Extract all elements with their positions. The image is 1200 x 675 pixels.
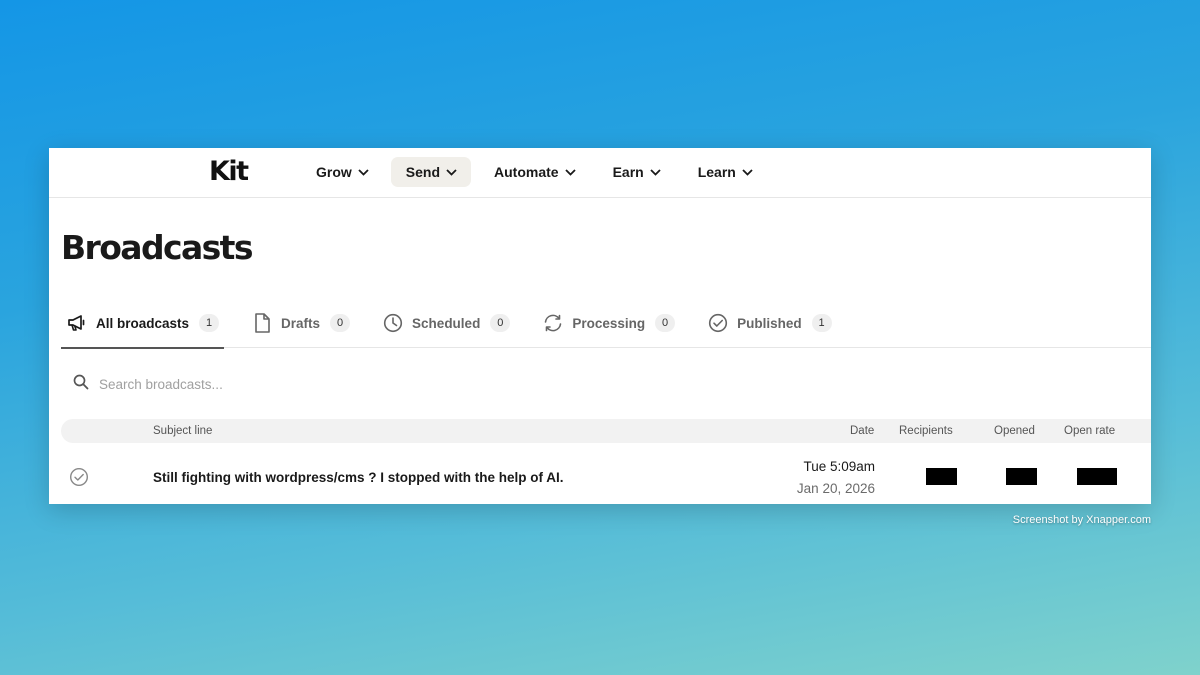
top-navigation: Kit Grow Send Automate Earn Learn: [49, 148, 1151, 198]
redacted-opened: [1006, 468, 1037, 485]
count-badge: 0: [655, 314, 676, 332]
nav-item-label: Automate: [494, 164, 559, 180]
count-badge: 0: [330, 314, 351, 332]
page-title: Broadcasts: [61, 228, 253, 267]
check-circle-icon: [707, 312, 729, 334]
nav-item-label: Grow: [316, 164, 352, 180]
tab-label: Drafts: [281, 315, 321, 331]
nav-item-send[interactable]: Send: [390, 157, 472, 187]
watermark-text: Screenshot by Xnapper.com: [1012, 514, 1151, 526]
search-input[interactable]: [99, 376, 439, 392]
nav-item-learn[interactable]: Learn: [683, 157, 767, 187]
chevron-down-icon: [564, 168, 576, 176]
broadcast-date: Jan 20, 2026: [796, 481, 875, 496]
nav-item-label: Send: [405, 164, 441, 180]
chevron-down-icon: [446, 168, 457, 176]
broadcast-tabs: All broadcasts 1 Drafts 0 Scheduled 0 Pr…: [61, 298, 1151, 349]
nav-item-label: Learn: [697, 164, 736, 180]
refresh-icon: [542, 312, 564, 334]
redacted-recipients: [926, 468, 957, 485]
chevron-down-icon: [742, 168, 753, 176]
table-header: Subject line Date Recipients Opened Open…: [61, 419, 1151, 443]
tab-processing[interactable]: Processing 0: [537, 298, 680, 348]
column-date[interactable]: Date: [850, 425, 874, 437]
search-icon: [73, 374, 89, 395]
clock-icon: [382, 312, 404, 334]
count-badge: 1: [811, 314, 832, 332]
tab-label: All broadcasts: [96, 315, 190, 331]
count-badge: 0: [490, 314, 511, 332]
nav-item-grow[interactable]: Grow: [301, 157, 383, 187]
nav-menu: Grow Send Automate Earn Learn: [301, 157, 775, 187]
tab-label: Published: [737, 315, 802, 331]
tab-all-broadcasts[interactable]: All broadcasts 1: [61, 298, 225, 349]
broadcast-time: Tue 5:09am: [803, 459, 875, 474]
chevron-down-icon: [358, 168, 369, 176]
kit-logo[interactable]: Kit: [209, 158, 249, 185]
nav-item-label: Earn: [612, 164, 644, 180]
nav-item-earn[interactable]: Earn: [598, 157, 675, 187]
column-open-rate[interactable]: Open rate: [1064, 425, 1115, 437]
table-row[interactable]: Still fighting with wordpress/cms ? I st…: [61, 448, 1151, 504]
check-circle-icon: [69, 467, 89, 492]
count-badge: 1: [199, 314, 220, 332]
column-recipients[interactable]: Recipients: [899, 425, 953, 437]
broadcast-subject-link[interactable]: Still fighting with wordpress/cms ? I st…: [153, 470, 564, 485]
tab-label: Scheduled: [412, 315, 481, 331]
document-icon: [251, 312, 273, 334]
chevron-down-icon: [650, 168, 661, 176]
search-bar: [73, 373, 473, 395]
redacted-open-rate: [1077, 468, 1117, 485]
column-subject-line[interactable]: Subject line: [153, 425, 212, 437]
nav-item-automate[interactable]: Automate: [479, 157, 590, 187]
tab-published[interactable]: Published 1: [702, 298, 837, 348]
tab-label: Processing: [572, 315, 646, 331]
tab-drafts[interactable]: Drafts 0: [246, 298, 355, 348]
megaphone-icon: [66, 312, 88, 334]
column-opened[interactable]: Opened: [994, 425, 1035, 437]
app-window: Kit Grow Send Automate Earn Learn Broadc…: [49, 148, 1151, 504]
tab-scheduled[interactable]: Scheduled 0: [377, 298, 515, 348]
